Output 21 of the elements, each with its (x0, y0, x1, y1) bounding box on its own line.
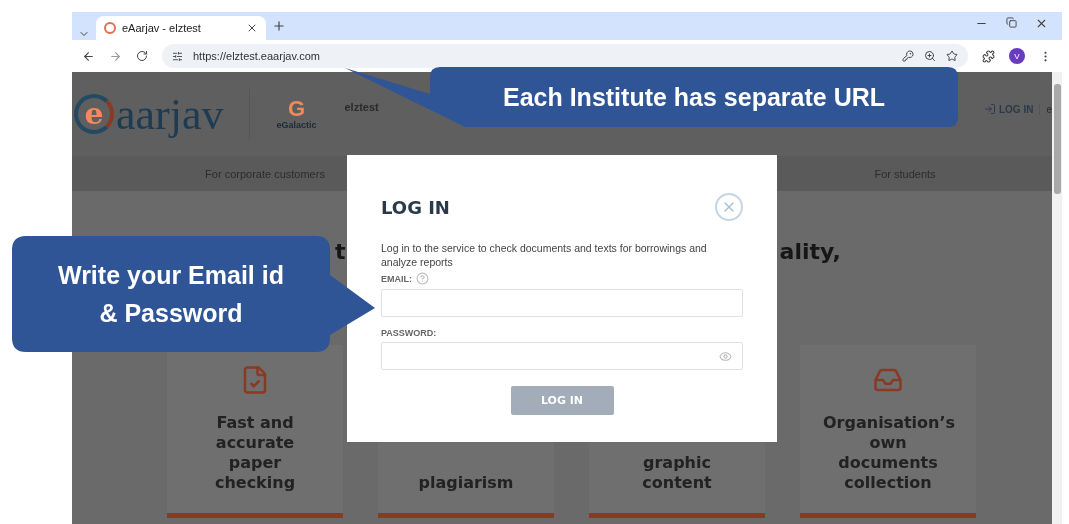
card-title: graphic content (641, 453, 713, 493)
card-title: Fast and accurate paper checking (213, 413, 297, 493)
logo-text: aarjav (116, 88, 224, 140)
callout-text: Write your Email id & Password (57, 260, 285, 329)
partner-name: eGalactic (276, 120, 317, 130)
tab-title: eAarjav - elztest (122, 22, 202, 34)
password-label: PASSWORD: (381, 328, 437, 338)
headline-text: t (335, 239, 346, 264)
dialog-title: LOG IN (381, 196, 450, 218)
callout-text: Each Institute has separate URL (502, 82, 886, 113)
card-title: Organisation’s own documents collection (823, 413, 953, 493)
partner-logo-mark: G (287, 98, 306, 120)
dialog-description: Log in to the service to check documents and texts for borrowings and analyze reports (381, 241, 708, 269)
card-title: plagiarism (417, 473, 515, 493)
logo-mark: e (74, 94, 114, 134)
profile-avatar[interactable]: V (1009, 48, 1025, 64)
address-bar[interactable]: https://elztest.eaarjav.com (162, 44, 968, 68)
browser-tab[interactable]: eAarjav - elztest (96, 16, 266, 40)
url-text: https://elztest.eaarjav.com (193, 50, 321, 62)
email-label: EMAIL: (381, 273, 412, 284)
headline-text: ality, (779, 239, 841, 264)
